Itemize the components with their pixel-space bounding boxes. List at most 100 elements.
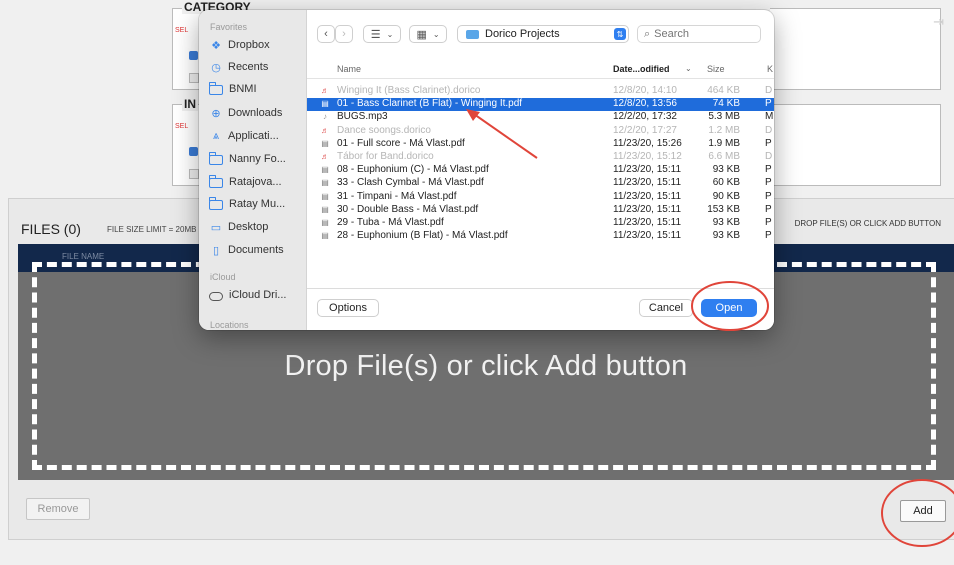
sidebar-item-applications[interactable]: ⩓ Applicati... bbox=[209, 127, 279, 145]
folder-icon bbox=[209, 152, 223, 165]
add-button[interactable]: Add bbox=[900, 500, 946, 522]
sidebar-item-ratay-music[interactable]: Ratay Mu... bbox=[209, 195, 285, 213]
file-kind: D bbox=[765, 151, 773, 162]
file-size: 93 KB bbox=[712, 164, 740, 176]
file-row[interactable]: ▤ 29 - Tuba - Má Vlast.pdf 11/23/20, 15:11… bbox=[307, 217, 774, 230]
category-checkbox-checked[interactable] bbox=[189, 51, 198, 60]
dorico-file-icon: ♬ bbox=[321, 125, 329, 135]
column-size[interactable]: Size bbox=[707, 64, 725, 74]
sort-chevron-icon: ⌄ bbox=[685, 64, 692, 73]
instrument-checkbox-checked[interactable] bbox=[189, 147, 198, 156]
search-input[interactable] bbox=[654, 28, 745, 40]
file-size: 93 KB bbox=[712, 230, 740, 242]
instrument-legend: IN bbox=[182, 97, 198, 111]
file-kind: P bbox=[765, 203, 772, 215]
options-button[interactable]: Options bbox=[317, 299, 379, 317]
remove-button[interactable]: Remove bbox=[26, 498, 90, 520]
sidebar-item-documents[interactable]: ▯ Documents bbox=[209, 241, 284, 259]
category-select-label: SEL bbox=[175, 27, 189, 34]
sidebar-item-ratajova[interactable]: Ratajova... bbox=[209, 173, 282, 191]
file-row[interactable]: ♪ BUGS.mp3 12/2/20, 17:32 5.3 MB M bbox=[307, 111, 774, 124]
file-date: 11/23/20, 15:11 bbox=[613, 230, 682, 242]
file-kind: D bbox=[765, 85, 773, 96]
file-name-column-header: FILE NAME bbox=[62, 252, 105, 261]
sidebar-item-label: Downloads bbox=[228, 107, 283, 119]
file-date: 12/8/20, 14:10 bbox=[613, 85, 677, 96]
file-size: 153 KB bbox=[707, 203, 740, 215]
grid-view-button[interactable]: ▦ ⌄ bbox=[409, 25, 447, 43]
file-open-dialog: Favorites ❖ Dropbox ◷ Recents BNMI ⊕ Dow… bbox=[199, 10, 774, 330]
column-date-modified[interactable]: Date...odified bbox=[613, 64, 670, 74]
sidebar-item-nanny-folder[interactable]: Nanny Fo... bbox=[209, 150, 286, 168]
file-name: 33 - Clash Cymbal - Má Vlast.pdf bbox=[337, 177, 484, 189]
sidebar-item-label: Recents bbox=[228, 61, 269, 73]
sidebar-item-label: iCloud Dri... bbox=[229, 289, 287, 301]
dialog-sidebar: Favorites ❖ Dropbox ◷ Recents BNMI ⊕ Dow… bbox=[199, 10, 307, 330]
sidebar-item-desktop[interactable]: ▭ Desktop bbox=[209, 218, 269, 236]
column-kind[interactable]: K bbox=[767, 64, 773, 74]
list-icon: ☰ bbox=[370, 28, 381, 41]
file-size: 93 KB bbox=[712, 217, 740, 228]
file-date: 11/23/20, 15:26 bbox=[613, 137, 682, 149]
right-panel-top bbox=[770, 8, 941, 90]
file-row[interactable]: ▤ 08 - Euphonium (C) - Má Vlast.pdf 11/23/… bbox=[307, 164, 774, 177]
file-row[interactable]: ▤ 33 - Clash Cymbal - Má Vlast.pdf 11/23/2… bbox=[307, 177, 774, 190]
file-row[interactable]: ▤ 01 - Full score - Má Vlast.pdf 11/23/20,… bbox=[307, 138, 774, 151]
file-date: 12/2/20, 17:32 bbox=[613, 111, 677, 123]
file-kind: P bbox=[765, 164, 772, 176]
sidebar-item-downloads[interactable]: ⊕ Downloads bbox=[209, 104, 282, 122]
sidebar-item-recents[interactable]: ◷ Recents bbox=[209, 58, 268, 76]
file-name: 01 - Full score - Má Vlast.pdf bbox=[337, 137, 465, 149]
sidebar-item-label: Documents bbox=[228, 244, 284, 256]
file-kind: P bbox=[765, 137, 772, 149]
file-name: 29 - Tuba - Má Vlast.pdf bbox=[337, 217, 444, 228]
file-name: 28 - Euphonium (B Flat) - Má Vlast.pdf bbox=[337, 230, 508, 242]
file-date: 11/23/20, 15:11 bbox=[613, 190, 682, 202]
sidebar-item-dropbox[interactable]: ❖ Dropbox bbox=[209, 36, 270, 54]
file-row[interactable]: ▤ 01 - Bass Clarinet (B Flat) - Winging I… bbox=[307, 98, 774, 112]
sidebar-item-icloud-drive[interactable]: iCloud Dri... bbox=[209, 286, 286, 304]
folder-icon bbox=[209, 197, 223, 210]
sidebar-item-label: Dropbox bbox=[228, 39, 270, 51]
file-date: 11/23/20, 15:12 bbox=[613, 151, 682, 162]
file-date: 11/23/20, 15:11 bbox=[613, 217, 682, 228]
exit-icon[interactable]: ⇥ bbox=[933, 14, 944, 30]
column-header: Name Date...odified ⌄ Size K bbox=[307, 62, 774, 79]
location-popup[interactable]: Dorico Projects ⇅ bbox=[457, 25, 629, 43]
instrument-checkbox[interactable] bbox=[189, 169, 199, 179]
column-name[interactable]: Name bbox=[337, 64, 361, 74]
pdf-file-icon: ▤ bbox=[321, 165, 329, 175]
desktop-icon: ▭ bbox=[210, 221, 222, 234]
file-kind: P bbox=[765, 177, 772, 189]
drop-hint: DROP FILE(S) OR CLICK ADD BUTTON bbox=[794, 219, 941, 228]
file-name: Winging It (Bass Clarinet).dorico bbox=[337, 85, 481, 96]
files-title: FILES (0) bbox=[21, 221, 81, 237]
file-row[interactable]: ▤ 28 - Euphonium (B Flat) - Má Vlast.pdf 1… bbox=[307, 230, 774, 243]
cloud-icon bbox=[209, 291, 223, 301]
dialog-toolbar: ‹ › ☰ ⌄ ▦ ⌄ Dorico Projects ⇅ ⌕ bbox=[307, 10, 774, 56]
file-size: 74 KB bbox=[712, 98, 740, 110]
open-button[interactable]: Open bbox=[701, 299, 757, 317]
sidebar-item-bnmi[interactable]: BNMI bbox=[209, 80, 257, 98]
file-row[interactable]: ▤ 30 - Double Bass - Má Vlast.pdf 11/23/20… bbox=[307, 204, 774, 217]
category-checkbox[interactable] bbox=[189, 73, 199, 83]
list-view-button[interactable]: ☰ ⌄ bbox=[363, 25, 401, 43]
file-size: 464 KB bbox=[707, 85, 740, 96]
file-size: 1.9 MB bbox=[708, 137, 740, 149]
back-button[interactable]: ‹ bbox=[317, 25, 335, 43]
file-date: 11/23/20, 15:11 bbox=[613, 164, 682, 176]
dialog-bottom-bar: Options Cancel Open bbox=[307, 288, 774, 330]
pdf-file-icon: ▤ bbox=[321, 191, 329, 201]
file-row: ♬ Winging It (Bass Clarinet).dorico 12/8/2… bbox=[307, 85, 774, 98]
sidebar-section-locations: Locations bbox=[210, 320, 249, 330]
pdf-file-icon: ▤ bbox=[321, 204, 329, 214]
forward-button[interactable]: › bbox=[335, 25, 353, 43]
file-date: 12/2/20, 17:27 bbox=[613, 124, 677, 136]
instrument-select-label: SEL bbox=[175, 123, 189, 130]
file-size: 1.2 MB bbox=[708, 124, 740, 136]
search-box[interactable]: ⌕ bbox=[637, 25, 761, 43]
pdf-file-icon: ▤ bbox=[321, 99, 329, 109]
sidebar-item-label: Desktop bbox=[228, 221, 269, 233]
file-row[interactable]: ▤ 31 - Timpani - Má Vlast.pdf 11/23/20, 15… bbox=[307, 191, 774, 204]
cancel-button[interactable]: Cancel bbox=[639, 299, 693, 317]
